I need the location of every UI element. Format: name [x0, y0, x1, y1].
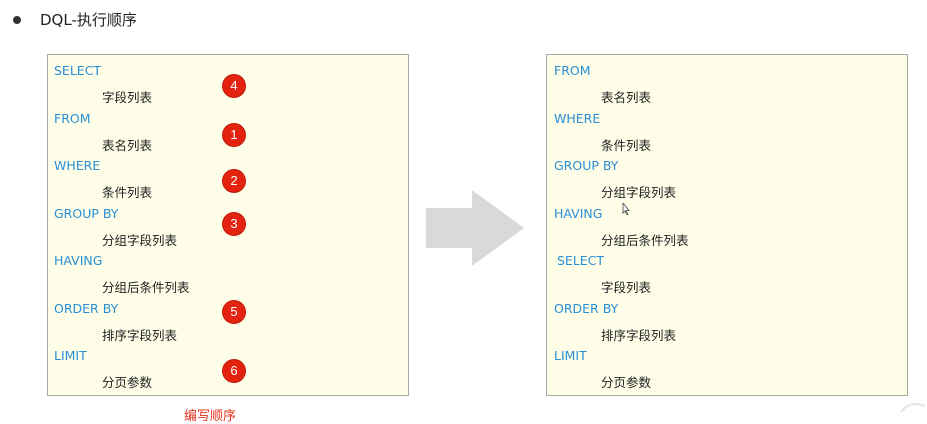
line-table-list: 表名列表 [601, 90, 652, 105]
line-paging-params: 分页参数 [102, 375, 153, 390]
line-having: HAVING [554, 206, 603, 221]
line-group-field-list: 分组字段列表 [102, 233, 178, 248]
line-group-field-list: 分组字段列表 [601, 185, 677, 200]
line-condition-list: 条件列表 [601, 138, 652, 153]
line-where: WHERE [554, 111, 601, 126]
line-sort-field-list: 排序字段列表 [102, 328, 178, 343]
line-from: FROM [554, 63, 591, 78]
line-field-list: 字段列表 [102, 90, 153, 105]
line-from: FROM [54, 111, 91, 126]
order-badge-from: 1 [223, 124, 245, 146]
line-group-by: GROUP BY [554, 158, 619, 173]
order-badge-where: 2 [223, 170, 245, 192]
page-title: DQL-执行顺序 [40, 11, 137, 29]
line-having: HAVING [54, 253, 103, 268]
line-table-list: 表名列表 [102, 138, 153, 153]
line-select: SELECT [557, 253, 605, 268]
bullet-dot [13, 16, 21, 24]
line-paging-params: 分页参数 [601, 375, 652, 390]
line-select: SELECT [54, 63, 102, 78]
line-having-condition-list: 分组后条件列表 [102, 280, 190, 295]
line-where: WHERE [54, 158, 101, 173]
order-badge-select: 4 [223, 75, 245, 97]
watermark-corner [900, 403, 926, 413]
line-order-by: ORDER BY [54, 301, 119, 316]
order-badge-order-by: 5 [223, 301, 245, 323]
right-arrow-icon [426, 190, 524, 266]
line-sort-field-list: 排序字段列表 [601, 328, 677, 343]
line-order-by: ORDER BY [554, 301, 619, 316]
line-group-by: GROUP BY [54, 206, 119, 221]
writing-order-caption: 编写顺序 [184, 409, 237, 424]
writing-order-panel: SELECT 字段列表 FROM 表名列表 WHERE 条件列表 GROUP B… [47, 54, 409, 396]
execution-order-panel: FROM 表名列表 WHERE 条件列表 GROUP BY 分组字段列表 HAV… [546, 54, 908, 396]
line-limit: LIMIT [54, 348, 87, 363]
line-limit: LIMIT [554, 348, 587, 363]
order-badge-limit: 6 [223, 360, 245, 382]
order-badge-group-by: 3 [223, 213, 245, 235]
line-condition-list: 条件列表 [102, 185, 153, 200]
mouse-cursor-icon [622, 203, 630, 215]
line-field-list: 字段列表 [601, 280, 652, 295]
line-having-condition-list: 分组后条件列表 [601, 233, 689, 248]
